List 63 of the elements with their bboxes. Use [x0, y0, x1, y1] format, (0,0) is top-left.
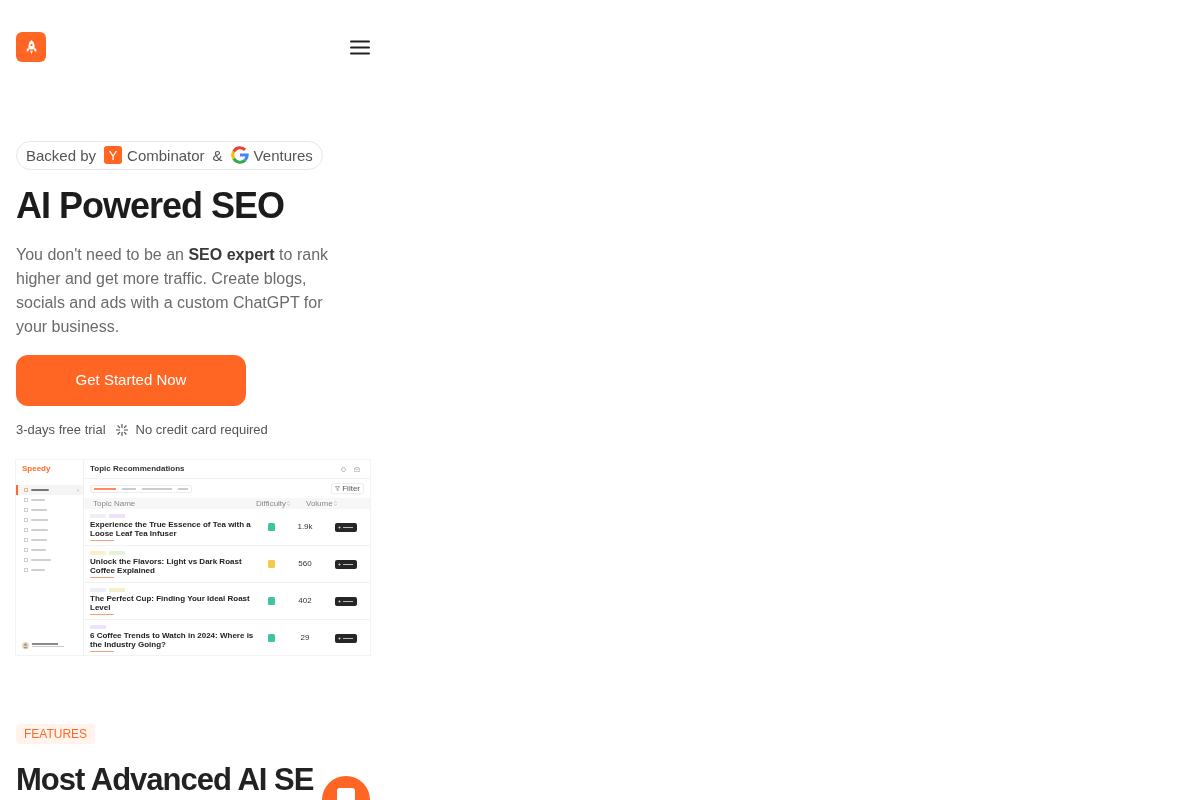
badge-text: & [212, 147, 223, 163]
action-button[interactable] [335, 522, 357, 532]
action-button[interactable] [335, 633, 357, 643]
plus-icon [338, 525, 341, 529]
sparkle-icon [115, 423, 128, 436]
circle-icon [341, 466, 346, 472]
action-button[interactable] [335, 596, 357, 606]
column-header: Topic Name [93, 498, 136, 509]
filter-button[interactable]: Filter [331, 483, 364, 495]
placeholder-line [343, 563, 353, 566]
tab[interactable] [176, 485, 190, 492]
y-logo: Y [104, 146, 123, 165]
g-logo-icon [230, 146, 249, 165]
perk-text: No credit card required [135, 420, 268, 439]
tab[interactable] [140, 485, 174, 492]
volume-value: 560 [298, 559, 312, 570]
plus-icon [338, 599, 341, 603]
tab[interactable] [92, 485, 118, 492]
perk-text: 3-days free trial [16, 420, 106, 439]
placeholder-line [31, 519, 48, 522]
badge-text: Ventures [253, 147, 313, 163]
app-brand: Speedy [22, 464, 51, 475]
placeholder-line [31, 489, 49, 492]
hero-title: AI Powered SEO [16, 185, 285, 226]
placeholder-line [31, 509, 47, 512]
plus-icon [338, 636, 341, 640]
section-label: FEATURES [16, 724, 96, 744]
app-title: Topic Recommendations [90, 464, 185, 475]
placeholder-line [343, 637, 353, 640]
nav-item[interactable] [16, 485, 83, 496]
menu-icon[interactable] [350, 39, 370, 55]
placeholder-line [343, 526, 353, 529]
topic-title: The Perfect Cup: Finding Your Ideal Roast Level [90, 593, 251, 612]
column-header: Difficulty [256, 498, 287, 509]
topic-title: Unlock the Flavors: Light vs Dark Roast Coffee Explained [90, 556, 243, 575]
plus-icon [338, 562, 341, 566]
placeholder-line [343, 600, 353, 603]
volume-value: 402 [298, 596, 312, 607]
placeholder-line [31, 539, 47, 542]
volume-value: 29 [300, 633, 310, 644]
placeholder-line [31, 529, 48, 532]
avatar-icon [22, 641, 29, 649]
volume-value: 1.9k [297, 522, 313, 533]
placeholder-line [31, 549, 46, 552]
placeholder-line [31, 569, 45, 572]
keyword-line [90, 613, 114, 615]
tray-icon [354, 466, 360, 472]
column-header: Volume [306, 498, 333, 509]
keyword-line [90, 650, 114, 652]
placeholder-line [31, 499, 45, 502]
keyword-line [90, 539, 114, 541]
section-title: Most Advanced AI SE [16, 761, 314, 799]
tab[interactable] [120, 485, 138, 492]
topic-title: Experience the True Essence of Tea with a Loose Leaf Tea Infuser [90, 519, 252, 538]
hero-description: You don't need to be an SEO expert to rank higher and get more traffic. Create blogs, socials and ads with a custom ChatGPT for your business. [16, 244, 330, 337]
badge-text: Backed by [26, 147, 97, 163]
placeholder-line [31, 559, 51, 562]
filter-icon [335, 486, 341, 492]
topic-title: 6 Coffee Trends to Watch in 2024: Where is the Industry Going? [90, 630, 255, 649]
rocket-logo-icon[interactable] [16, 32, 46, 62]
badge-text: Combinator [127, 147, 205, 163]
keyword-line [90, 576, 114, 578]
action-button[interactable] [335, 559, 357, 569]
